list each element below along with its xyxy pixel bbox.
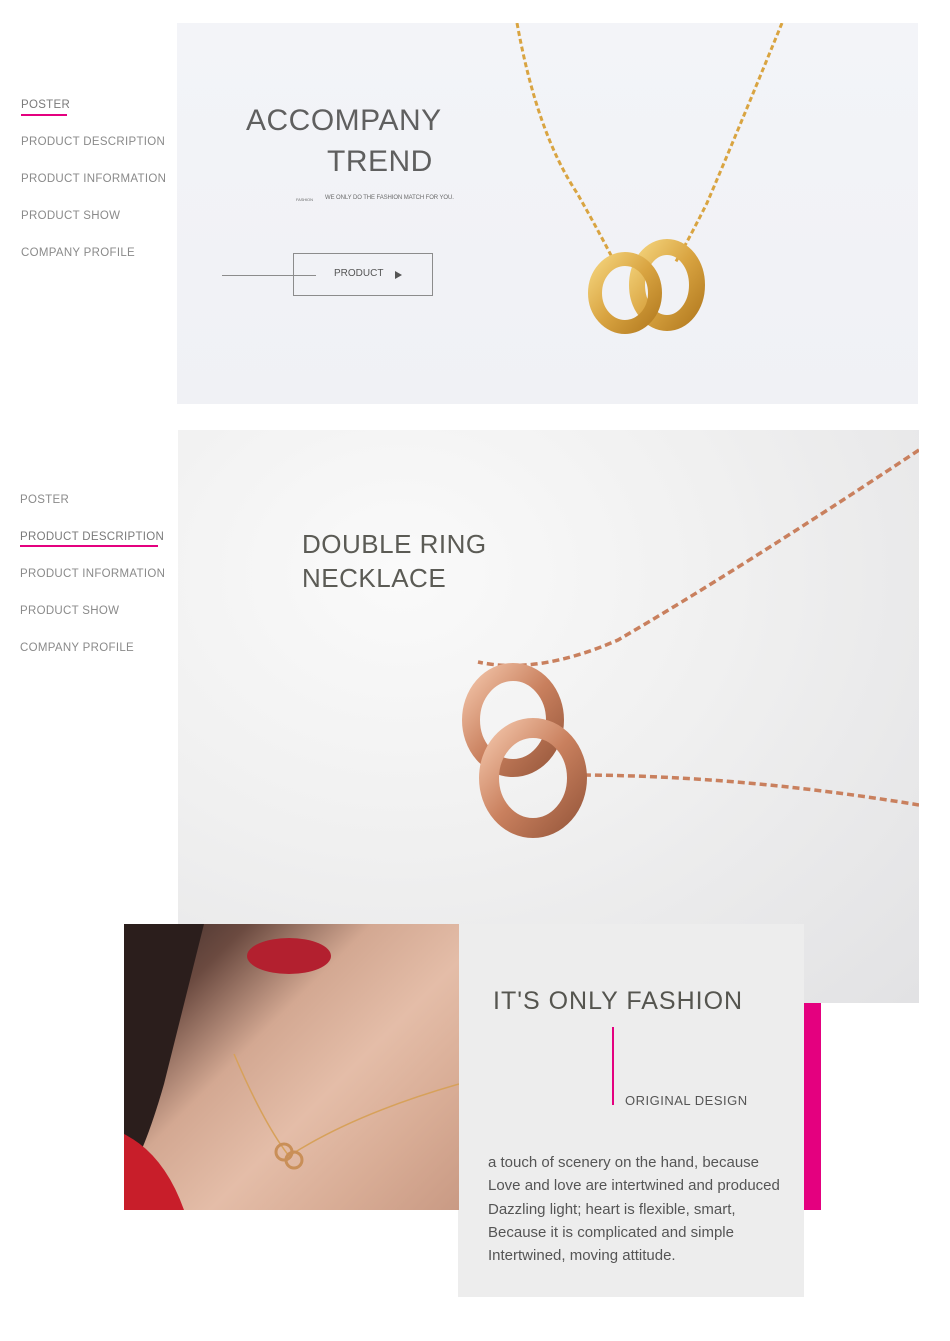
fashion-body: a touch of scenery on the hand, because … xyxy=(488,1151,780,1267)
model-photo xyxy=(124,924,459,1210)
banner-tag: FASHION xyxy=(296,197,313,202)
gold-necklace-image xyxy=(515,23,784,334)
nav-item-product-show[interactable]: PRODUCT SHOW xyxy=(20,605,119,617)
nav-item-poster[interactable]: POSTER xyxy=(20,494,69,506)
nav-item-product-information[interactable]: PRODUCT INFORMATION xyxy=(21,173,166,185)
banner-tagline: WE ONLY DO THE FASHION MATCH FOR YOU. xyxy=(325,195,454,201)
body-line: Intertwined, moving attitude. xyxy=(488,1247,676,1265)
nav-active-underline xyxy=(20,545,158,547)
fashion-title: IT'S ONLY FASHION xyxy=(493,987,744,1015)
nav-active-underline xyxy=(21,114,67,116)
nav-item-company-profile[interactable]: COMPANY PROFILE xyxy=(21,247,135,259)
accent-bar xyxy=(804,1003,821,1210)
product-title-line1: DOUBLE RING xyxy=(302,529,487,559)
nav-item-product-show[interactable]: PRODUCT SHOW xyxy=(21,210,120,222)
body-line: Love and love are intertwined and produc… xyxy=(488,1177,780,1195)
product-button-label: PRODUCT xyxy=(334,268,384,279)
fashion-subtitle: ORIGINAL DESIGN xyxy=(625,1093,748,1108)
accent-divider xyxy=(612,1027,614,1105)
banner-title-line1: ACCOMPANY xyxy=(246,104,442,137)
product-description-banner xyxy=(178,430,919,1003)
play-arrow-icon xyxy=(395,271,402,279)
body-line: a touch of scenery on the hand, because xyxy=(488,1154,760,1171)
poster-banner xyxy=(177,23,918,404)
nav-item-poster[interactable]: POSTER xyxy=(21,99,70,111)
nav-item-product-information[interactable]: PRODUCT INFORMATION xyxy=(20,568,165,580)
body-line: Because it is complicated and simple xyxy=(488,1223,734,1241)
body-line: Dazzling light; heart is flexible, smart… xyxy=(488,1200,736,1218)
rose-gold-necklace-image xyxy=(462,448,919,838)
banner-title-line2: TREND xyxy=(327,145,433,178)
nav-item-company-profile[interactable]: COMPANY PROFILE xyxy=(20,642,134,654)
nav-item-product-description[interactable]: PRODUCT DESCRIPTION xyxy=(21,136,165,148)
product-button[interactable]: PRODUCT xyxy=(293,253,433,296)
product-title-line2: NECKLACE xyxy=(302,563,447,593)
nav-item-product-description[interactable]: PRODUCT DESCRIPTION xyxy=(20,531,164,543)
